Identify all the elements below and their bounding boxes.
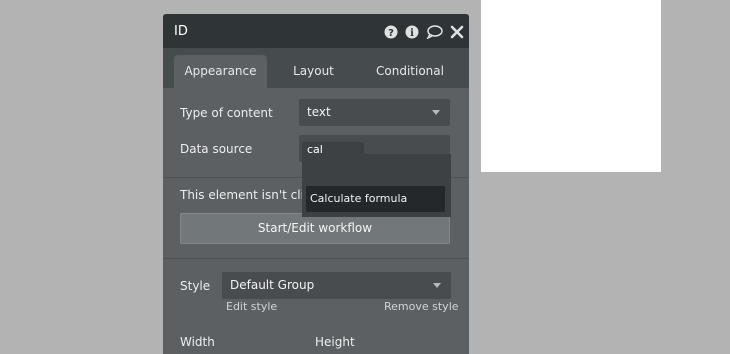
panel-header[interactable]: ID ? i [163,14,469,48]
style-value: Default Group [230,278,315,292]
svg-text:i: i [410,28,414,39]
chevron-down-icon [432,110,440,115]
remove-style-link[interactable]: Remove style [384,300,459,313]
type-of-content-label: Type of content [180,106,273,120]
data-source-input[interactable]: cal [302,142,364,158]
tab-bar: Appearance Layout Conditional [163,48,469,88]
close-icon[interactable] [450,24,464,39]
help-icon[interactable]: ? [384,24,398,39]
style-dropdown[interactable]: Default Group [222,272,451,299]
type-of-content-dropdown[interactable]: text [299,99,450,126]
canvas-page[interactable] [481,0,661,172]
start-edit-workflow-button[interactable]: Start/Edit workflow [180,213,450,244]
edit-style-link[interactable]: Edit style [226,300,277,313]
tab-layout[interactable]: Layout [281,55,346,88]
chevron-down-icon [433,283,441,288]
tab-appearance[interactable]: Appearance [174,55,267,88]
data-source-label: Data source [180,142,253,156]
style-label: Style [180,279,211,293]
comment-icon[interactable] [426,24,443,40]
info-icon[interactable]: i [405,24,419,39]
height-label: Height [315,335,355,349]
autocomplete-dropdown: Calculate formula [302,154,451,217]
tab-conditional[interactable]: Conditional [361,55,459,88]
panel-title: ID [174,24,188,39]
suggestion-calculate-formula[interactable]: Calculate formula [306,186,445,212]
svg-text:?: ? [388,28,394,39]
type-of-content-value: text [307,105,331,119]
width-label: Width [180,335,215,349]
divider [163,258,469,259]
